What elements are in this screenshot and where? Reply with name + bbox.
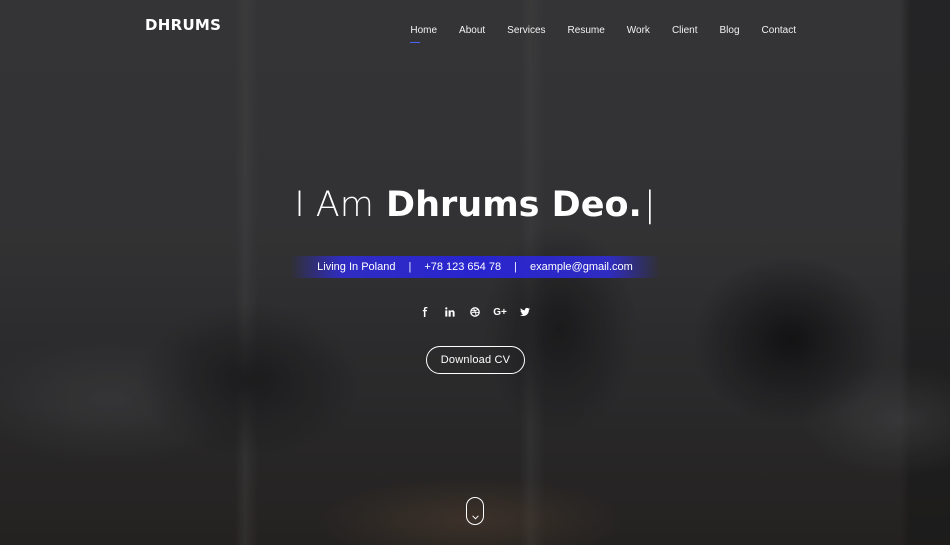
nav-item-client[interactable]: Client <box>672 25 698 40</box>
info-separator: | <box>514 261 517 273</box>
nav-item-home[interactable]: Home <box>410 25 437 43</box>
site-logo[interactable]: DHRUMS <box>145 16 221 34</box>
chevron-down-icon <box>471 515 479 520</box>
dribbble-icon[interactable] <box>470 305 480 319</box>
nav-item-contact[interactable]: Contact <box>762 25 796 40</box>
typing-cursor: | <box>643 185 656 225</box>
google-plus-icon[interactable]: G+ <box>493 305 507 319</box>
download-cv-button[interactable]: Download CV <box>426 346 525 374</box>
email-text: example@gmail.com <box>529 261 633 273</box>
hero-name: Dhrums Deo. <box>386 185 642 225</box>
hero-greeting: I Am <box>294 185 374 225</box>
twitter-icon[interactable] <box>520 305 530 319</box>
nav-item-services[interactable]: Services <box>507 25 545 40</box>
location-text: Living In Poland <box>317 261 396 273</box>
linkedin-icon[interactable] <box>445 305 455 319</box>
info-separator: | <box>408 261 412 273</box>
social-links: G+ <box>0 305 950 319</box>
scroll-down-button[interactable] <box>466 497 484 525</box>
contact-info-strip: Living In Poland | +78 123 654 78 | exam… <box>290 256 660 278</box>
nav-item-work[interactable]: Work <box>627 25 650 40</box>
site-header: DHRUMS Home About Services Resume Work C… <box>0 0 950 52</box>
nav-item-blog[interactable]: Blog <box>720 25 740 40</box>
hero-title: I Am Dhrums Deo.| <box>0 183 950 227</box>
nav-item-resume[interactable]: Resume <box>568 25 605 40</box>
facebook-icon[interactable] <box>420 305 430 319</box>
main-nav: Home About Services Resume Work Client B… <box>388 20 796 43</box>
phone-text: +78 123 654 78 <box>424 261 502 273</box>
nav-item-about[interactable]: About <box>459 25 485 40</box>
